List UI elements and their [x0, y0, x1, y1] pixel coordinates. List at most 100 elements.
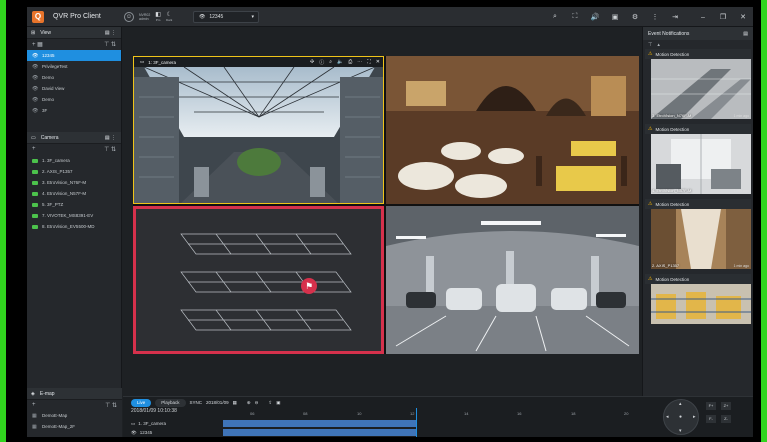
warning-icon: ⚠	[648, 201, 653, 207]
zoom-wide-button[interactable]: Z-	[721, 415, 731, 423]
tile-controls: ✣ ⓘ ⌕ 🔈 ⎙ ⋯ ⛶ ✕	[310, 57, 380, 67]
ptz-right-icon[interactable]: ▸	[693, 414, 696, 420]
search-icon[interactable]: ⌕	[550, 13, 560, 21]
restore-icon[interactable]: ❐	[718, 13, 728, 21]
calendar-icon[interactable]: ▦	[233, 400, 237, 406]
timeline-track[interactable]: ▭ 1. 3F_camera	[123, 419, 651, 428]
filter-sort-icon[interactable]: ⊤ ⇅	[104, 41, 116, 48]
timeline-ruler[interactable]: 06 08 10 12 14 16 18 20	[223, 411, 651, 418]
record-icon[interactable]: ▣	[610, 13, 620, 21]
emap-item-label: DemoE-Map	[42, 413, 68, 418]
audio-icon[interactable]: 🔈	[337, 59, 343, 65]
camera-item[interactable]: 4. EtroVision_N57F-M	[27, 188, 121, 199]
user-box[interactable]: ☺ NVR02 admin ◧ Pro ☾ Dark	[124, 11, 172, 23]
camera-panel-header[interactable]: ▭ Camera ▤ ⋮	[27, 132, 121, 144]
view-panel-header[interactable]: ⊞ View ▤ ⋮	[27, 27, 121, 39]
zoom-in-icon[interactable]: ⊕	[247, 400, 251, 406]
fullscreen-icon[interactable]: ⛶	[570, 13, 580, 21]
event-thumbnail[interactable]	[651, 284, 751, 324]
timeline-track[interactable]: 👁 12345	[123, 428, 651, 437]
event-notify-icon[interactable]: ▴	[657, 42, 660, 48]
recording-bar[interactable]	[223, 420, 416, 427]
live-button[interactable]: Live	[131, 398, 152, 407]
recording-bar[interactable]	[223, 429, 416, 436]
emap-item[interactable]: ▦ DemoE-Map	[27, 410, 122, 421]
camera-filter-sort-icon[interactable]: ⊤ ⇅	[104, 146, 116, 153]
camera-item[interactable]: 1. 3F_camera	[27, 155, 121, 166]
event-item[interactable]: ⚠ Motion Detection 4. EtroVision_N57F-M 1…	[645, 124, 751, 194]
event-item[interactable]: ⚠ Motion Detection 3. EtroVision_N76F-M 1…	[645, 49, 751, 119]
focus-near-button[interactable]: F-	[706, 415, 716, 423]
camera-item[interactable]: 8. EtroVision_EV5500-MD	[27, 221, 121, 232]
ptz-icon[interactable]: ✣	[310, 59, 314, 65]
camera-icon	[32, 158, 38, 163]
focus-far-button[interactable]: F+	[706, 402, 716, 410]
minimize-icon[interactable]: –	[698, 14, 708, 21]
user-avatar-icon[interactable]: ☺	[124, 12, 134, 22]
volume-icon[interactable]: 🔊	[590, 13, 600, 21]
sync-button[interactable]: SYNC	[190, 400, 203, 405]
timeline-date[interactable]: 2018/01/09	[206, 400, 229, 405]
view-item[interactable]: 👁 Demo	[27, 72, 121, 83]
event-item[interactable]: ⚠ Motion Detection 2. AXIS_P1357 1 min ag…	[645, 199, 751, 269]
tile-close-icon[interactable]: ✕	[376, 59, 380, 65]
export-icon[interactable]: ⇪	[268, 400, 272, 406]
info-icon[interactable]: ⓘ	[319, 59, 324, 66]
camera-item[interactable]: 7. VIVOTEK_MS8391-EV	[27, 210, 121, 221]
event-thumbnail[interactable]: 4. EtroVision_N57F-M 1 min ago	[651, 134, 751, 194]
camera-item[interactable]: 3. EtroVision_N76F-M	[27, 177, 121, 188]
ptz-center-icon[interactable]: ●	[679, 414, 682, 420]
add-emap-icon[interactable]: +	[32, 402, 36, 408]
view-selector[interactable]: 👁 12345 ▾	[193, 11, 259, 23]
hallway-thumbnail	[651, 209, 751, 269]
camera-tile-restaurant[interactable]	[386, 56, 639, 204]
dark-mode-toggle[interactable]: ☾ Dark	[166, 12, 172, 22]
event-thumbnail[interactable]: 2. AXIS_P1357 1 min ago	[651, 209, 751, 269]
playback-button[interactable]: Playback	[155, 398, 186, 407]
pro-mode-toggle[interactable]: ◧ Pro	[155, 12, 161, 22]
ptz-down-icon[interactable]: ▾	[679, 428, 682, 434]
bookmark-icon[interactable]: ▣	[276, 400, 280, 406]
ptz-left-icon[interactable]: ◂	[666, 414, 669, 420]
live-view-grid: ▭ 1: 3F_camera ✣ ⓘ ⌕ 🔈 ⎙ ⋯ ⛶ ✕ ⚑	[133, 56, 639, 354]
zoom-tele-button[interactable]: Z+	[721, 402, 731, 410]
view-item[interactable]: 👁 12345	[27, 50, 121, 61]
camera-tile-floor-plan[interactable]: ⚑	[133, 206, 384, 354]
camera-item[interactable]: 2. AXIS_P1357	[27, 166, 121, 177]
event-panel-header: Event Notifications ▤	[643, 27, 753, 40]
view-item[interactable]: 👁 Demo	[27, 94, 121, 105]
logout-icon[interactable]: ⇥	[670, 13, 680, 21]
event-clear-icon[interactable]: ▤	[743, 31, 748, 37]
ptz-up-icon[interactable]: ▴	[679, 401, 682, 407]
warning-icon: ⚠	[648, 126, 653, 132]
event-thumbnail[interactable]: 3. EtroVision_N76F-M 1 min ago	[651, 59, 751, 119]
panel-options-icon[interactable]: ▤ ⋮	[105, 30, 116, 36]
emap-filter-sort-icon[interactable]: ⊤ ⇅	[105, 402, 117, 409]
add-camera-icon[interactable]: +	[32, 146, 36, 152]
camera-tile-parking[interactable]	[386, 206, 639, 354]
view-item[interactable]: 👁 3F	[27, 105, 121, 116]
more-icon[interactable]: ⋮	[650, 13, 660, 21]
view-item[interactable]: 👁 PrivilegeTest	[27, 61, 121, 72]
settings-icon[interactable]: ⚙	[630, 13, 640, 21]
close-icon[interactable]: ✕	[738, 13, 748, 21]
camera-panel-options-icon[interactable]: ▤ ⋮	[105, 135, 116, 141]
tile-fullscreen-icon[interactable]: ⛶	[367, 59, 371, 65]
camera-item-label: 5. 3F_PTZ	[42, 202, 64, 207]
ptz-control-pad[interactable]: ▴ ▾ ◂ ▸ ●	[663, 399, 699, 435]
zoom-out-icon[interactable]: ⊖	[255, 400, 259, 406]
emap-panel-header[interactable]: ◈ E-map	[27, 388, 122, 400]
view-item[interactable]: 👁 David View	[27, 83, 121, 94]
event-title-row: ⚠ Motion Detection	[645, 274, 751, 284]
camera-tile-atrium[interactable]: ▭ 1: 3F_camera ✣ ⓘ ⌕ 🔈 ⎙ ⋯ ⛶ ✕	[133, 56, 384, 204]
event-notifications-panel: Event Notifications ▤ ⊤ ▴ ⚠ Motion Detect…	[642, 27, 753, 396]
zoom-icon[interactable]: ⌕	[329, 59, 332, 65]
event-filter-icon[interactable]: ⊤	[648, 42, 652, 48]
snapshot-icon[interactable]: ⎙	[348, 59, 352, 65]
add-view-icon[interactable]: + ▦	[32, 41, 43, 48]
timeline-cursor[interactable]	[415, 408, 417, 437]
emap-item[interactable]: ▦ DemoE-Map_2F	[27, 421, 122, 432]
event-item[interactable]: ⚠ Motion Detection	[645, 274, 751, 324]
tile-more-icon[interactable]: ⋯	[357, 59, 362, 65]
camera-item[interactable]: 5. 3F_PTZ	[27, 199, 121, 210]
